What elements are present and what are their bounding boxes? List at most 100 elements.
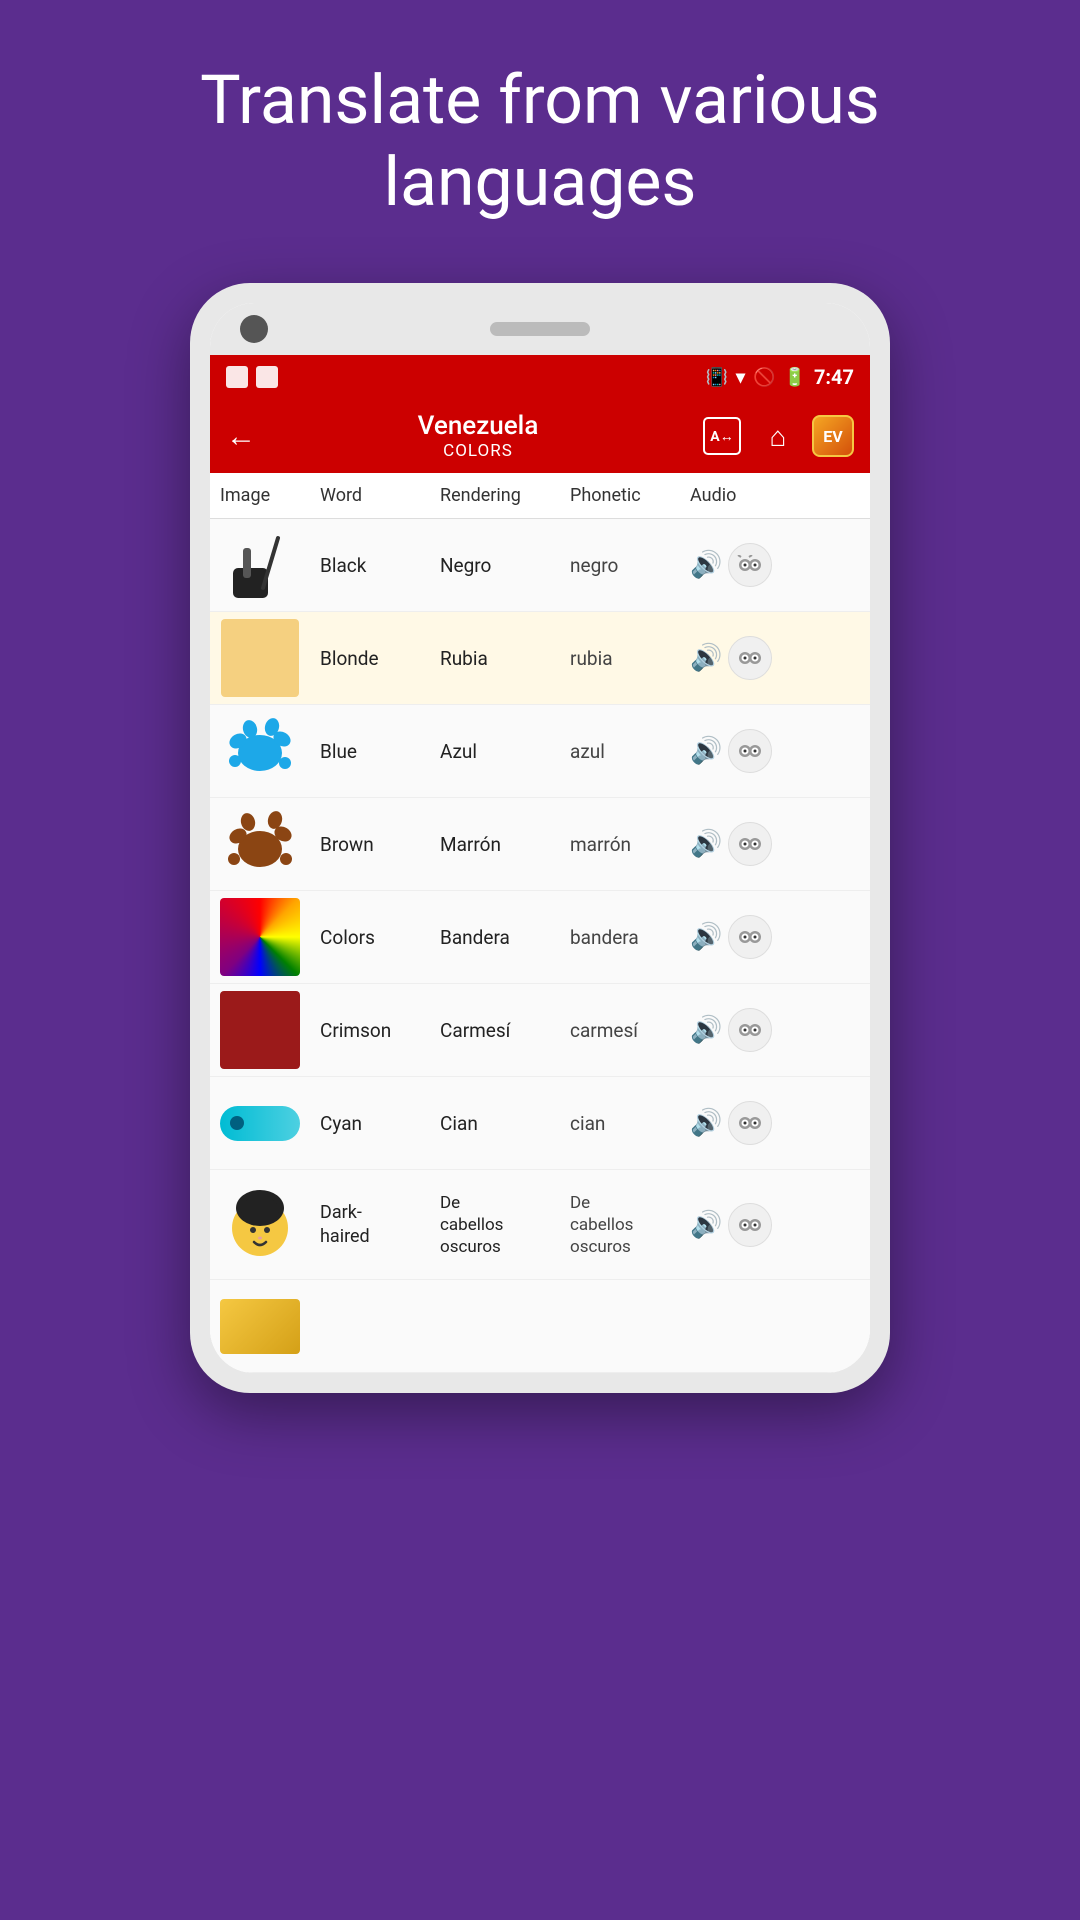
owl-button[interactable]	[728, 1008, 772, 1052]
col-rendering: Rendering	[440, 485, 570, 506]
row-phonetic-colors: bandera	[570, 926, 690, 949]
row-image-brown	[220, 804, 300, 884]
back-button[interactable]: ←	[226, 419, 256, 454]
speaker-icon[interactable]: 🔊	[690, 1108, 722, 1138]
row-audio-crimson: 🔊	[690, 1008, 810, 1052]
row-word-dark-haired: Dark-haired	[320, 1201, 440, 1248]
status-right-icons: 📳 ▾ 🚫 🔋 7:47	[706, 365, 854, 389]
battery-icon: 🔋	[784, 367, 806, 388]
row-audio-blonde: 🔊	[690, 636, 810, 680]
row-word-blue: Blue	[320, 740, 440, 763]
notification-icon-1	[226, 366, 248, 388]
row-image-black	[220, 525, 300, 605]
row-rendering-blue: Azul	[440, 740, 570, 763]
header-action-icons: A↔ ⌂ EV	[700, 414, 854, 458]
row-image-crimson	[220, 990, 300, 1070]
owl-button[interactable]	[728, 915, 772, 959]
row-word-brown: Brown	[320, 833, 440, 856]
owl-button[interactable]	[728, 636, 772, 680]
row-phonetic-blonde: rubia	[570, 647, 690, 670]
blue-splash-svg	[220, 711, 300, 791]
owl-icon	[737, 648, 763, 668]
owl-button[interactable]	[728, 822, 772, 866]
speaker-icon[interactable]: 🔊	[690, 829, 722, 859]
vibrate-icon: 📳	[706, 367, 728, 388]
phone-speaker	[490, 322, 590, 336]
brown-splash-svg	[220, 804, 300, 884]
row-phonetic-crimson: carmesí	[570, 1019, 690, 1042]
table-row: Colors Bandera bandera 🔊	[210, 891, 870, 984]
table-row: Brown Marrón marrón 🔊	[210, 798, 870, 891]
speaker-icon[interactable]: 🔊	[690, 922, 722, 952]
word-table: Image Word Rendering Phonetic Audio Blac…	[210, 473, 870, 1373]
owl-button[interactable]	[728, 729, 772, 773]
row-image-blonde	[220, 618, 300, 698]
colors-image	[220, 898, 300, 976]
hero-section: Translate from various languages	[0, 0, 1080, 223]
row-rendering-black: Negro	[440, 554, 570, 577]
home-button[interactable]: ⌂	[756, 414, 800, 458]
row-phonetic-blue: azul	[570, 740, 690, 763]
translate-icon[interactable]: A↔	[700, 414, 744, 458]
row-word-blonde: Blonde	[320, 647, 440, 670]
table-header-row: Image Word Rendering Phonetic Audio	[210, 473, 870, 519]
owl-button[interactable]	[728, 1203, 772, 1247]
signal-icon: 🚫	[753, 367, 775, 388]
gold-color-block	[220, 1299, 300, 1354]
row-image-dark-haired	[220, 1185, 300, 1265]
row-phonetic-black: negro	[570, 554, 690, 577]
status-left-icons	[226, 366, 278, 388]
col-phonetic: Phonetic	[570, 485, 690, 506]
owl-button[interactable]	[728, 1101, 772, 1145]
row-word-black: Black	[320, 554, 440, 577]
row-audio-cyan: 🔊	[690, 1101, 810, 1145]
owl-button[interactable]	[728, 543, 772, 587]
row-phonetic-brown: marrón	[570, 833, 690, 856]
owl-icon	[737, 555, 763, 575]
table-row: Dark-haired Decabellososcuros Decabellos…	[210, 1170, 870, 1280]
col-audio: Audio	[690, 485, 810, 506]
row-image-colors	[220, 897, 300, 977]
row-phonetic-cyan: cian	[570, 1112, 690, 1135]
owl-icon	[737, 1113, 763, 1133]
row-phonetic-dark-haired: Decabellososcuros	[570, 1192, 690, 1258]
time-display: 7:47	[814, 365, 854, 389]
wifi-icon: ▾	[736, 367, 745, 388]
app-header: ← Venezuela COLORS A↔ ⌂ EV	[210, 399, 870, 473]
ev-badge[interactable]: EV	[812, 415, 854, 457]
home-icon: ⌂	[770, 420, 787, 453]
black-paint-svg	[223, 528, 298, 603]
row-image-cyan	[220, 1083, 300, 1163]
speaker-icon[interactable]: 🔊	[690, 1015, 722, 1045]
speaker-icon[interactable]: 🔊	[690, 1210, 722, 1240]
header-category: COLORS	[272, 441, 684, 461]
speaker-icon[interactable]: 🔊	[690, 550, 722, 580]
speaker-icon[interactable]: 🔊	[690, 643, 722, 673]
row-word-cyan: Cyan	[320, 1112, 440, 1135]
col-word: Word	[320, 485, 440, 506]
cyan-tube	[220, 1106, 300, 1141]
status-bar: 📳 ▾ 🚫 🔋 7:47	[210, 355, 870, 399]
translate-icon-inner: A↔	[703, 417, 741, 455]
owl-icon	[737, 1020, 763, 1040]
owl-icon	[737, 927, 763, 947]
row-audio-blue: 🔊	[690, 729, 810, 773]
hero-text: Translate from various languages	[0, 60, 1080, 223]
row-image-gold	[220, 1286, 300, 1366]
row-audio-brown: 🔊	[690, 822, 810, 866]
row-audio-colors: 🔊	[690, 915, 810, 959]
dark-haired-svg	[221, 1186, 299, 1264]
phone-frame: 📳 ▾ 🚫 🔋 7:47 ← Venezuela COLORS A↔ ⌂	[190, 283, 890, 1393]
phone-top-bar	[210, 303, 870, 355]
row-word-colors: Colors	[320, 926, 440, 949]
table-row: Cyan Cian cian 🔊	[210, 1077, 870, 1170]
header-country: Venezuela	[272, 411, 684, 441]
owl-icon	[737, 1215, 763, 1235]
speaker-icon[interactable]: 🔊	[690, 736, 722, 766]
row-rendering-blonde: Rubia	[440, 647, 570, 670]
phone-camera	[240, 315, 268, 343]
blonde-color-block	[221, 619, 299, 697]
phone-screen: 📳 ▾ 🚫 🔋 7:47 ← Venezuela COLORS A↔ ⌂	[210, 303, 870, 1373]
row-rendering-cyan: Cian	[440, 1112, 570, 1135]
row-image-blue	[220, 711, 300, 791]
